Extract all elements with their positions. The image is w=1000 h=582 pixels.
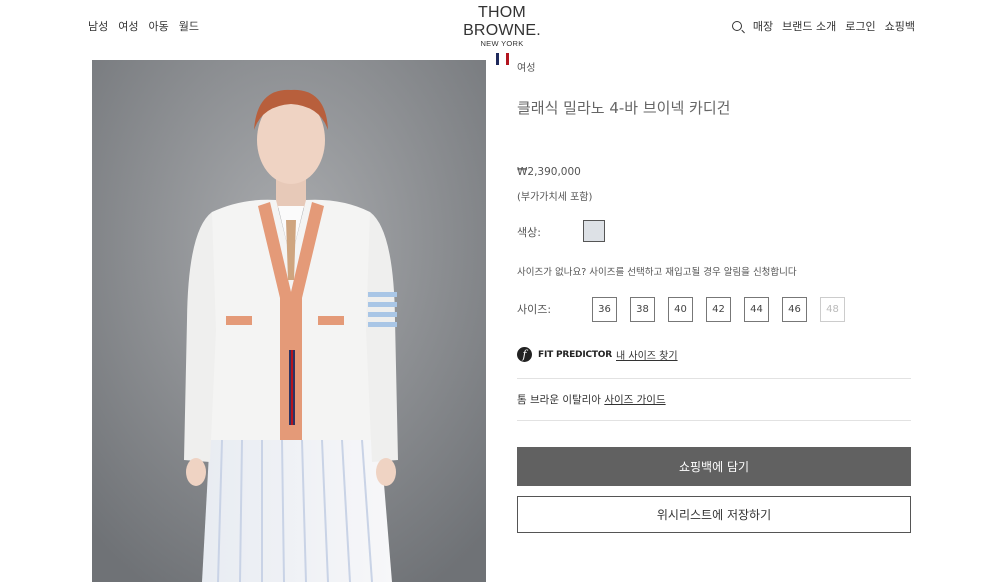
size-option[interactable]: 38 — [630, 297, 655, 322]
divider — [517, 378, 911, 379]
find-my-size-link[interactable]: 내 사이즈 찾기 — [616, 347, 678, 362]
fit-predictor-icon: f — [517, 347, 532, 362]
nav-men[interactable]: 남성 — [88, 18, 108, 34]
main-nav: 남성 여성 아동 월드 — [88, 18, 199, 34]
nav-shopping-bag[interactable]: 쇼핑백 — [885, 18, 915, 34]
fit-predictor-name: FIT PREDICTOR — [538, 349, 612, 360]
vat-note: (부가가치세 포함) — [517, 192, 593, 203]
product-image[interactable] — [92, 60, 486, 582]
size-guide-text: 톰 브라운 이탈리아 — [517, 394, 601, 406]
nav-about[interactable]: 브랜드 소개 — [782, 18, 836, 34]
size-option[interactable]: 36 — [592, 297, 617, 322]
divider — [517, 420, 911, 421]
color-swatch[interactable] — [583, 220, 605, 242]
size-guide-link[interactable]: 사이즈 가이드 — [604, 394, 665, 406]
size-selector: 36 38 40 42 44 46 48 — [592, 297, 845, 322]
product-price: ₩2,390,000 — [517, 166, 581, 178]
size-option-unavailable[interactable]: 48 — [820, 297, 845, 322]
restock-notice: 사이즈가 없나요? 사이즈를 선택하고 재입고될 경우 알림을 신청합니다 — [517, 267, 797, 278]
size-option[interactable]: 46 — [782, 297, 807, 322]
size-option[interactable]: 42 — [706, 297, 731, 322]
nav-login[interactable]: 로그인 — [845, 18, 875, 34]
product-photo — [92, 60, 486, 582]
product-title: 클래식 밀라노 4-바 브이넥 카디건 — [517, 99, 731, 117]
search-icon[interactable] — [731, 21, 742, 31]
size-option[interactable]: 40 — [668, 297, 693, 322]
brand-logo[interactable]: THOM BROWNE. NEW YORK — [446, 4, 558, 65]
breadcrumb[interactable]: 여성 — [517, 59, 535, 74]
brand-name: THOM BROWNE. — [463, 4, 541, 39]
brand-city: NEW YORK — [480, 39, 524, 48]
fit-predictor: f FIT PREDICTOR 내 사이즈 찾기 — [517, 347, 678, 362]
utility-nav: 매장 브랜드 소개 로그인 쇼핑백 — [731, 18, 915, 34]
flag-stripe-white — [500, 53, 504, 65]
size-option[interactable]: 44 — [744, 297, 769, 322]
site-header: 남성 여성 아동 월드 THOM BROWNE. NEW YORK 매장 브랜드… — [0, 0, 1000, 65]
flag-stripe-red — [505, 53, 509, 65]
nav-kids[interactable]: 아동 — [149, 18, 169, 34]
nav-world[interactable]: 월드 — [179, 18, 199, 34]
color-label: 색상: — [517, 226, 541, 239]
add-to-wishlist-button[interactable]: 위시리스트에 저장하기 — [517, 496, 911, 533]
add-to-bag-button[interactable]: 쇼핑백에 담기 — [517, 447, 911, 486]
flag-stripe-navy — [495, 53, 499, 65]
nav-women[interactable]: 여성 — [118, 18, 138, 34]
nav-stores[interactable]: 매장 — [753, 18, 773, 34]
size-label: 사이즈: — [517, 303, 552, 316]
size-guide: 톰 브라운 이탈리아 사이즈 가이드 — [517, 392, 666, 407]
